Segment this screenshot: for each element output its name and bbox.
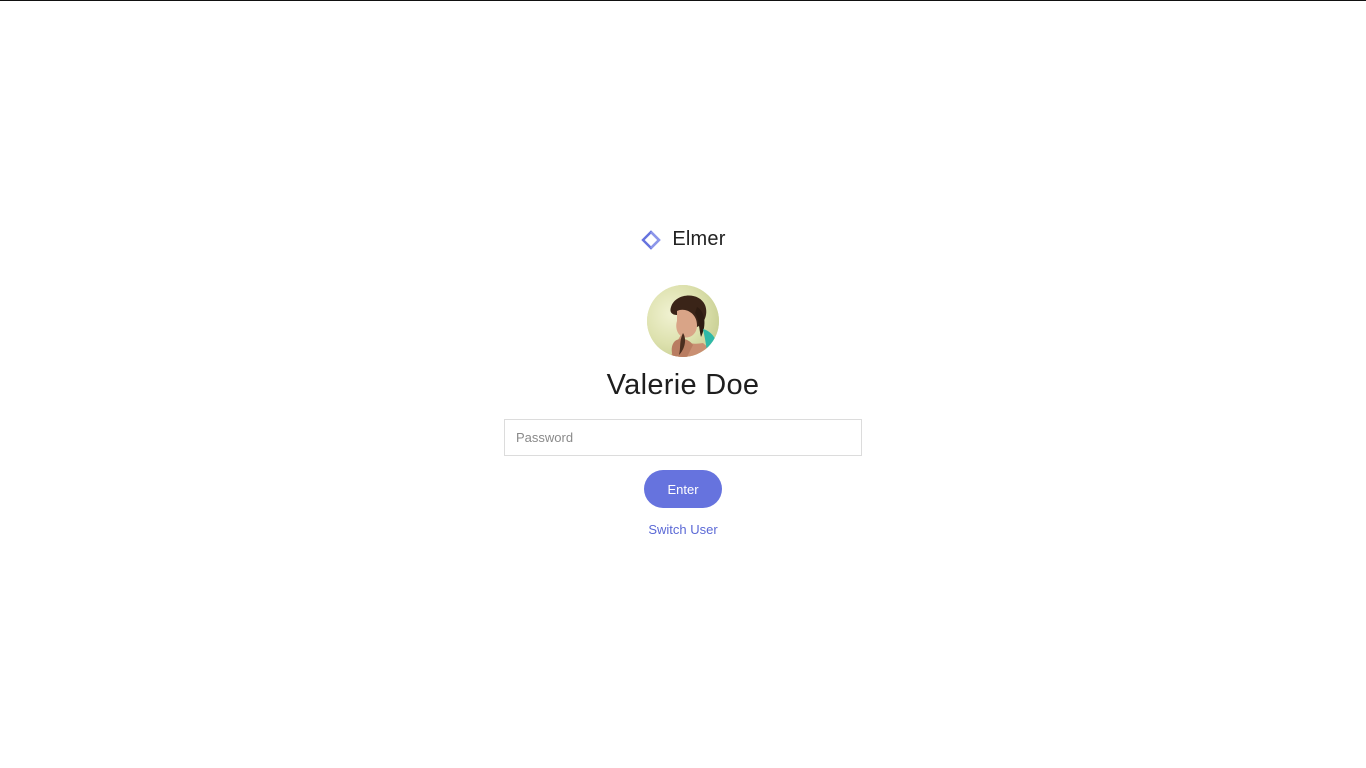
brand-name: Elmer: [672, 228, 726, 250]
user-avatar-photo: [647, 285, 719, 357]
switch-user-container: Switch User: [0, 522, 1366, 537]
user-name: Valerie Doe: [606, 369, 760, 401]
diamond-logo-icon: [640, 229, 662, 251]
enter-button[interactable]: Enter: [644, 470, 722, 508]
switch-user-link[interactable]: Switch User: [648, 522, 717, 537]
avatar: [647, 285, 719, 357]
lock-screen: Elmer Valerie Doe Enter Switch User: [0, 0, 1366, 768]
password-input[interactable]: [504, 419, 862, 456]
brand-header: Elmer: [0, 228, 1366, 251]
